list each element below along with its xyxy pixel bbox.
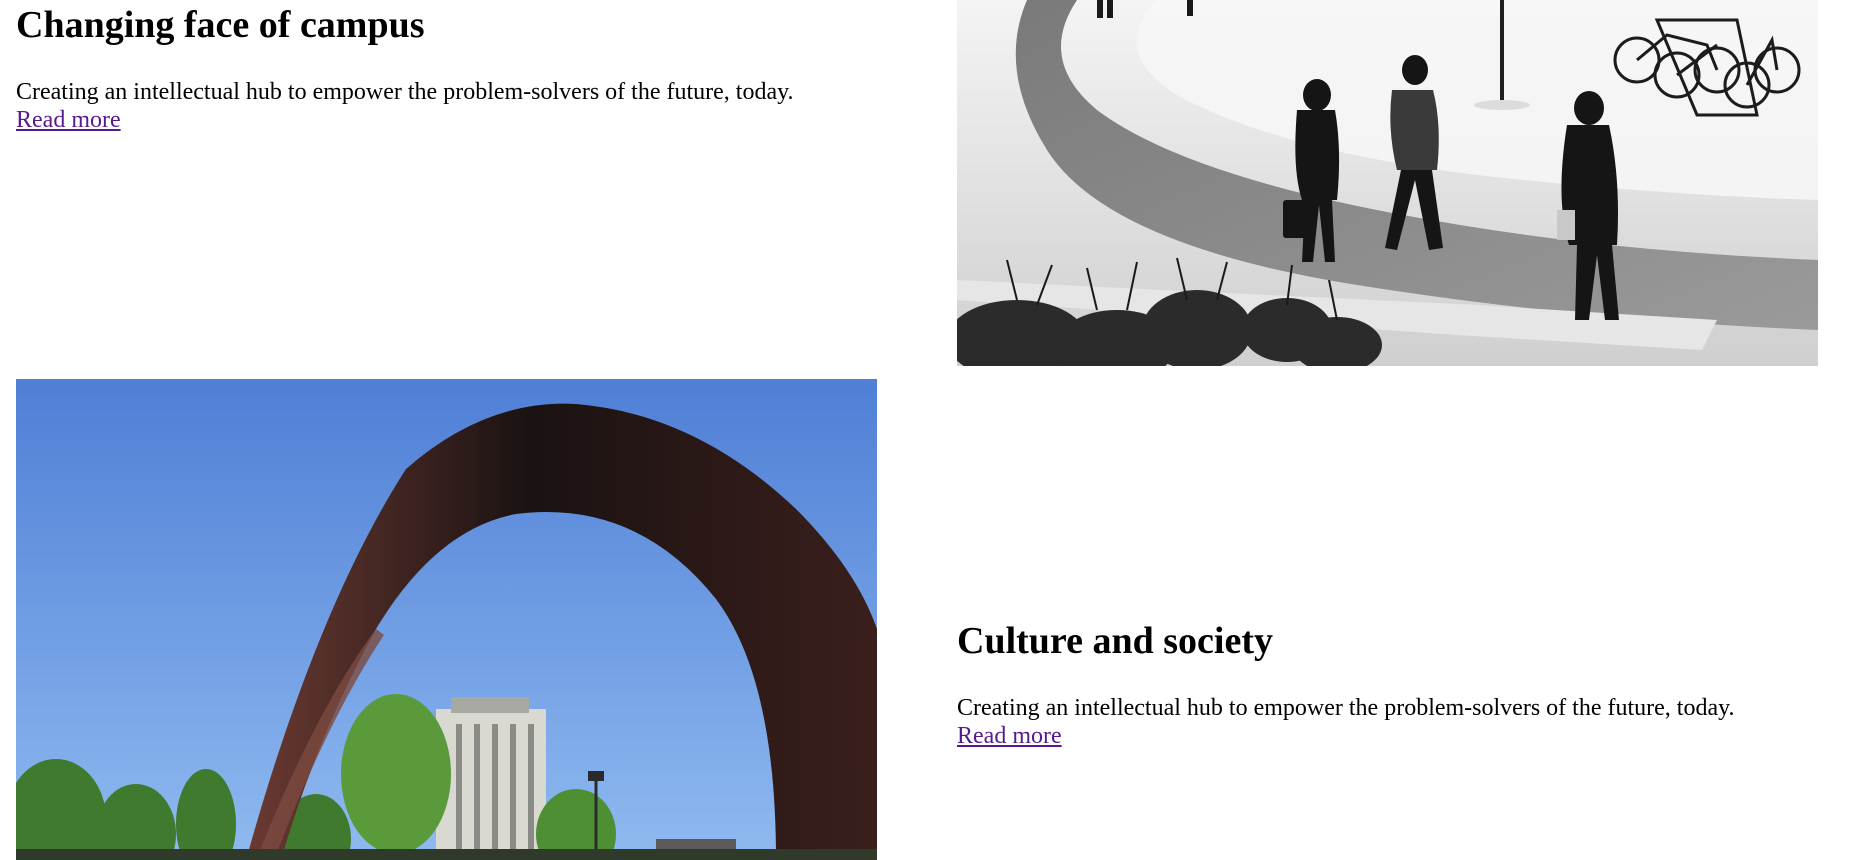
section-description: Creating an intellectual hub to empower … bbox=[957, 694, 1735, 721]
arch-sculpture-photo bbox=[16, 379, 877, 860]
section-description: Creating an intellectual hub to empower … bbox=[16, 78, 794, 105]
section-title: Changing face of campus bbox=[16, 4, 425, 46]
read-more-link[interactable]: Read more bbox=[16, 106, 121, 134]
read-more-link[interactable]: Read more bbox=[957, 722, 1062, 750]
section-changing-face-of-campus: Changing face of campus Creating an inte… bbox=[16, 4, 794, 134]
campus-winter-image bbox=[957, 0, 1818, 366]
arch-sculpture-image bbox=[16, 379, 877, 860]
campus-winter-photo bbox=[957, 0, 1818, 366]
section-culture-and-society: Culture and society Creating an intellec… bbox=[957, 620, 1735, 750]
section-title: Culture and society bbox=[957, 620, 1273, 662]
